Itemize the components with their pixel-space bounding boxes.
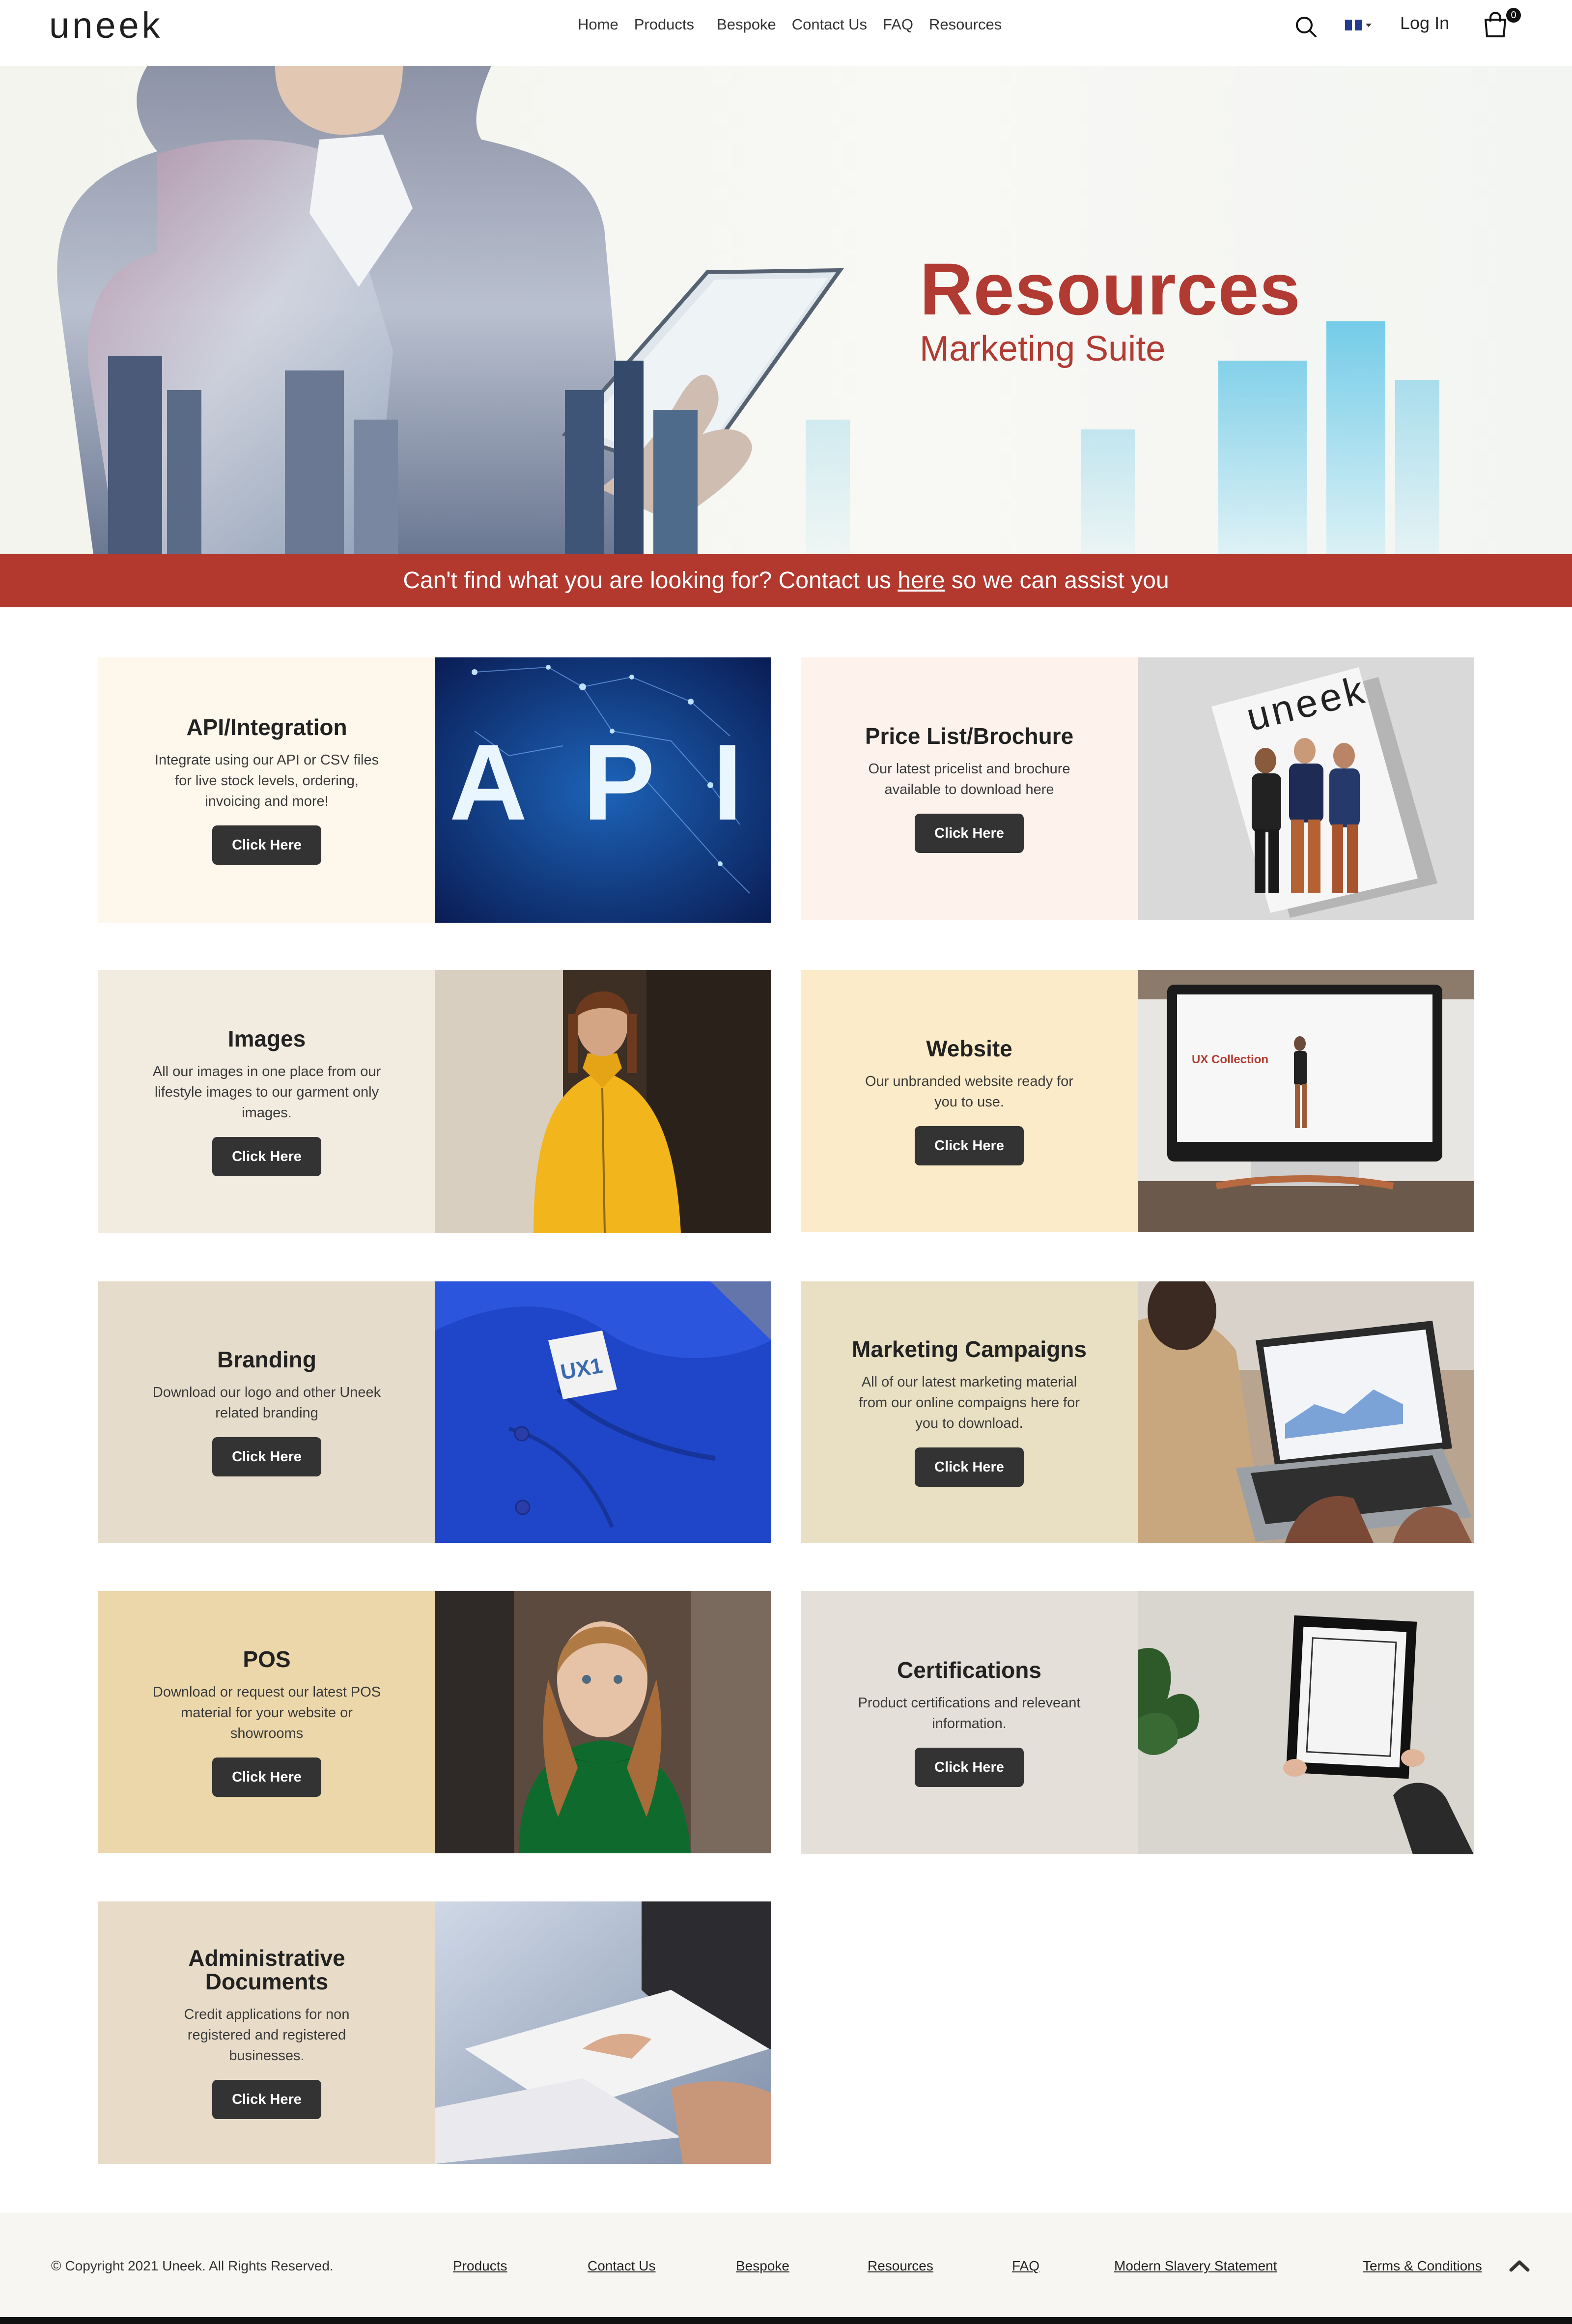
click-here-button[interactable]: Click Here [915,1748,1024,1787]
website-screen-text: UX Collection [1192,1053,1268,1066]
framed-certificate-image[interactable] [1138,1591,1474,1854]
card-text-panel: Administrative Documents Credit applicat… [98,1901,435,2164]
click-here-button[interactable]: Click Here [915,814,1024,853]
hero-subtitle: Marketing Suite [920,329,1166,368]
footer-link-bespoke[interactable]: Bespoke [736,2258,789,2274]
resource-card-images: Images All our images in one place from … [98,970,771,1233]
card-description: Download or request our latest POS mater… [152,1684,381,1741]
blue-polo-label-image[interactable]: UX1 [435,1281,771,1543]
card-description: Credit applications for non registered a… [184,2007,350,2064]
card-text-panel: Website Our unbranded website ready for … [801,970,1138,1232]
resource-card-price-list: Price List/Brochure Our latest pricelist… [801,657,1474,920]
card-title: Images [227,1026,306,1051]
card-text-panel: Price List/Brochure Our latest pricelist… [801,657,1138,920]
card-description: Download our logo and other Uneek relate… [152,1385,381,1421]
chevron-down-icon [1366,23,1372,27]
card-description: Our latest pricelist and brochure availa… [868,761,1070,797]
uk-flag-icon [1345,20,1362,30]
language-selector[interactable] [1345,20,1372,30]
resource-card-administrative-documents: Administrative Documents Credit applicat… [98,1901,771,2164]
nav-bespoke[interactable]: Bespoke [717,16,776,33]
site-header: uneek Home Products Bespoke Contact Us F… [0,0,1572,66]
resource-card-marketing-campaigns: Marketing Campaigns All of our latest ma… [801,1281,1474,1543]
resource-card-website: Website Our unbranded website ready for … [801,970,1474,1232]
click-here-button[interactable]: Click Here [212,2080,321,2119]
hero-businessman-image [57,66,1439,554]
footer-link-products[interactable]: Products [453,2258,507,2274]
laptop-analytics-image[interactable] [1138,1281,1474,1543]
copyright-text: © Copyright 2021 Uneek. All Rights Reser… [51,2258,334,2273]
monitor-website-image[interactable]: UX Collection [1138,970,1474,1232]
card-title: Certifications [897,1657,1041,1683]
footer-link-resources[interactable]: Resources [868,2258,933,2274]
nav-resources[interactable]: Resources [929,16,1002,33]
api-image-text: A P I [449,722,758,843]
footer-bottom-bar [0,2317,1572,2324]
footer-link-contact-us[interactable]: Contact Us [588,2258,656,2274]
brochure-image[interactable]: uneek [1138,657,1474,920]
card-text-panel: Certifications Product certifications an… [801,1591,1138,1854]
nav-home[interactable]: Home [578,16,618,33]
nav-faq[interactable]: FAQ [883,16,913,33]
back-to-top-icon[interactable] [1509,2258,1530,2273]
card-title: Website [926,1036,1012,1061]
footer-link-modern-slavery[interactable]: Modern Slavery Statement [1114,2258,1277,2274]
click-here-button[interactable]: Click Here [212,825,321,865]
card-description: Our unbranded website ready for you to u… [865,1074,1073,1110]
card-title: Price List/Brochure [865,723,1074,749]
card-text-panel: Branding Download our logo and other Une… [98,1281,435,1543]
nav-products[interactable]: Products [634,16,694,33]
contact-banner: Can't find what you are looking for? Con… [0,554,1572,607]
nav-contact-us[interactable]: Contact Us [792,16,867,33]
card-description: Integrate using our API or CSV files for… [154,752,379,809]
card-text-panel: API/Integration Integrate using our API … [98,657,435,923]
card-text-panel: Marketing Campaigns All of our latest ma… [801,1281,1138,1543]
card-title: POS [243,1646,291,1672]
banner-text-before: Can't find what you are looking for? Con… [403,567,898,594]
yellow-jacket-model-image[interactable] [435,970,771,1233]
card-title: API/Integration [186,714,347,740]
cart-count-badge: 0 [1506,8,1521,23]
click-here-button[interactable]: Click Here [212,1757,321,1797]
card-title: Branding [217,1347,316,1372]
banner-contact-link[interactable]: here [898,567,945,594]
card-text-panel: POS Download or request our latest POS m… [98,1591,435,1853]
hero-banner: Resources Marketing Suite [0,66,1572,554]
api-network-image[interactable]: A P I [435,657,771,923]
card-description: All our images in one place from our lif… [152,1064,381,1121]
click-here-button[interactable]: Click Here [915,1126,1024,1165]
click-here-button[interactable]: Click Here [212,1437,321,1476]
login-link[interactable]: Log In [1400,13,1449,33]
resource-card-api: API/Integration Integrate using our API … [98,657,771,923]
girl-green-hoodie-image[interactable] [435,1591,771,1853]
card-title: Administrative Documents [188,1945,345,1994]
click-here-button[interactable]: Click Here [212,1137,321,1176]
uneek-logo[interactable]: uneek [49,6,163,45]
card-title: Marketing Campaigns [852,1336,1087,1362]
main-nav: Home Products Bespoke Contact Us FAQ Res… [578,14,1017,35]
card-text-panel: Images All our images in one place from … [98,970,435,1233]
resource-card-pos: POS Download or request our latest POS m… [98,1591,771,1853]
footer-link-terms[interactable]: Terms & Conditions [1363,2258,1482,2274]
resource-card-certifications: Certifications Product certifications an… [801,1591,1474,1854]
footer-link-faq[interactable]: FAQ [1012,2258,1039,2274]
banner-text-after: so we can assist you [945,567,1169,594]
document-handover-image[interactable] [435,1901,771,2164]
click-here-button[interactable]: Click Here [915,1447,1024,1487]
card-description: Product certifications and releveant inf… [858,1695,1081,1731]
card-description: All of our latest marketing material fro… [859,1374,1080,1431]
cart-icon[interactable] [1482,10,1509,39]
search-icon[interactable] [1294,15,1318,38]
resource-card-branding: Branding Download our logo and other Une… [98,1281,771,1543]
hero-title: Resources [920,248,1301,330]
